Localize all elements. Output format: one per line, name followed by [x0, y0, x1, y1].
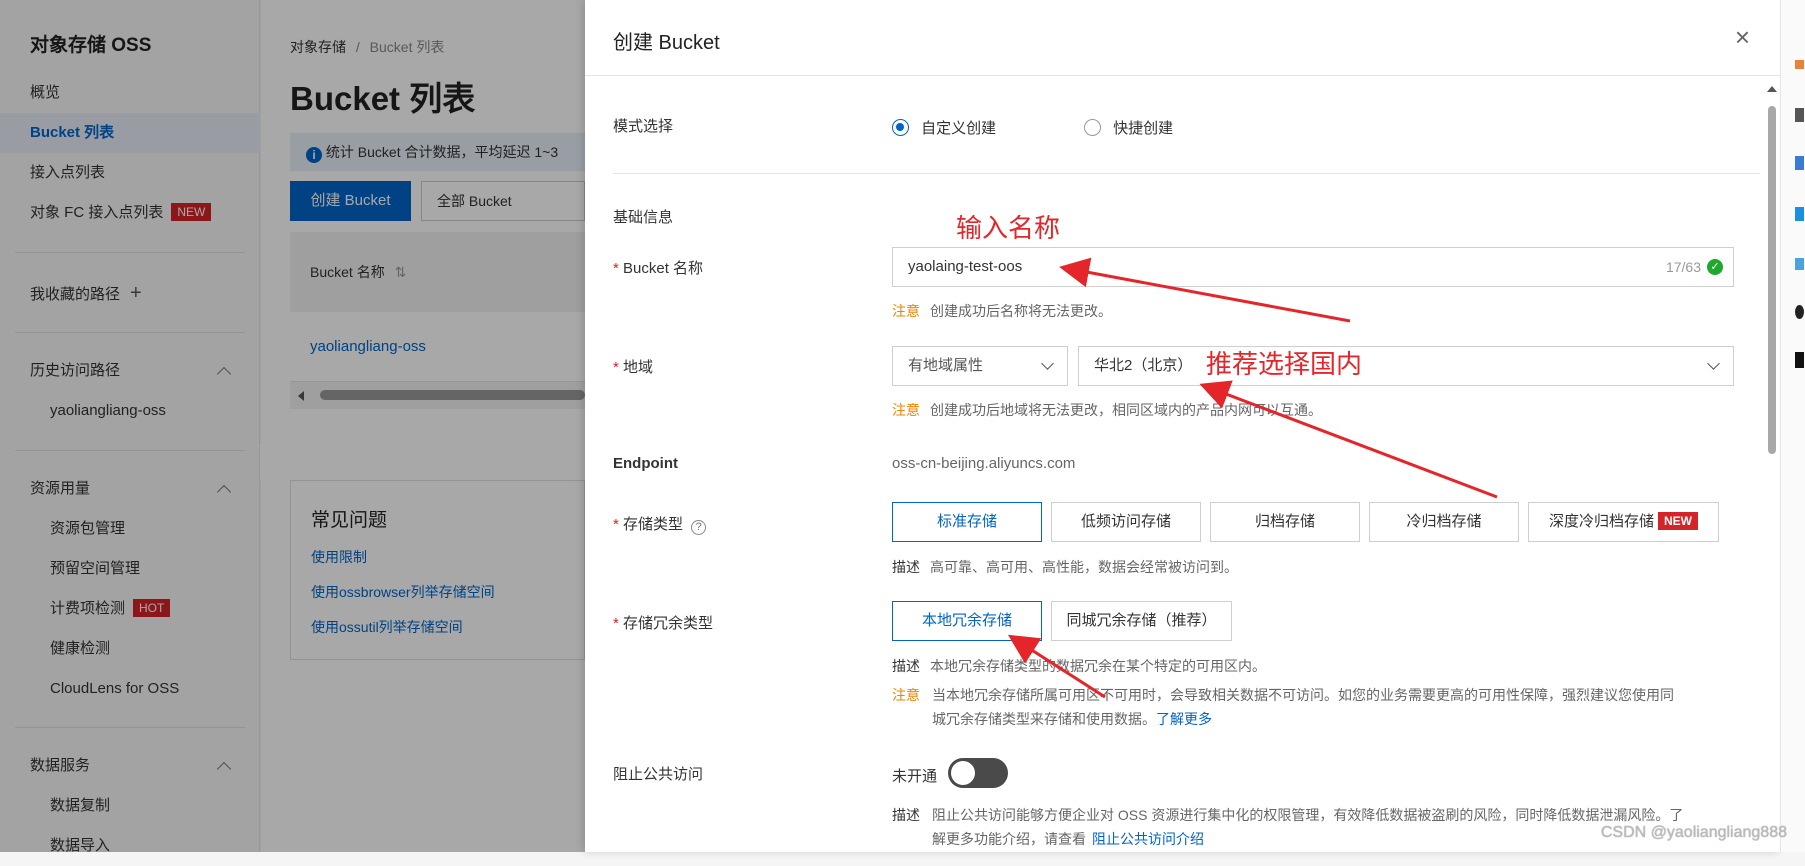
create-bucket-drawer: 创建 Bucket × 模式选择 自定义创建 快捷创建 基础信息 Bucket … [585, 0, 1780, 852]
annotation-arrows [585, 0, 1780, 852]
arrow-to-redundancy-option [1013, 638, 1105, 697]
toolbar-icon[interactable] [1795, 258, 1804, 270]
toolbar-icon[interactable] [1795, 60, 1804, 69]
arrow-to-name-input [1065, 268, 1350, 321]
toolbar-icon[interactable] [1795, 156, 1804, 170]
browser-side-toolbar [1780, 0, 1805, 852]
arrow-to-region-select [1205, 386, 1497, 497]
watermark: CSDN @yaoliangliang888 [1601, 824, 1787, 842]
toolbar-icon[interactable] [1795, 352, 1804, 368]
toolbar-icon[interactable] [1795, 305, 1804, 319]
toolbar-icon[interactable] [1795, 108, 1804, 122]
modal-overlay[interactable] [0, 0, 585, 852]
toolbar-icon[interactable] [1795, 207, 1804, 221]
